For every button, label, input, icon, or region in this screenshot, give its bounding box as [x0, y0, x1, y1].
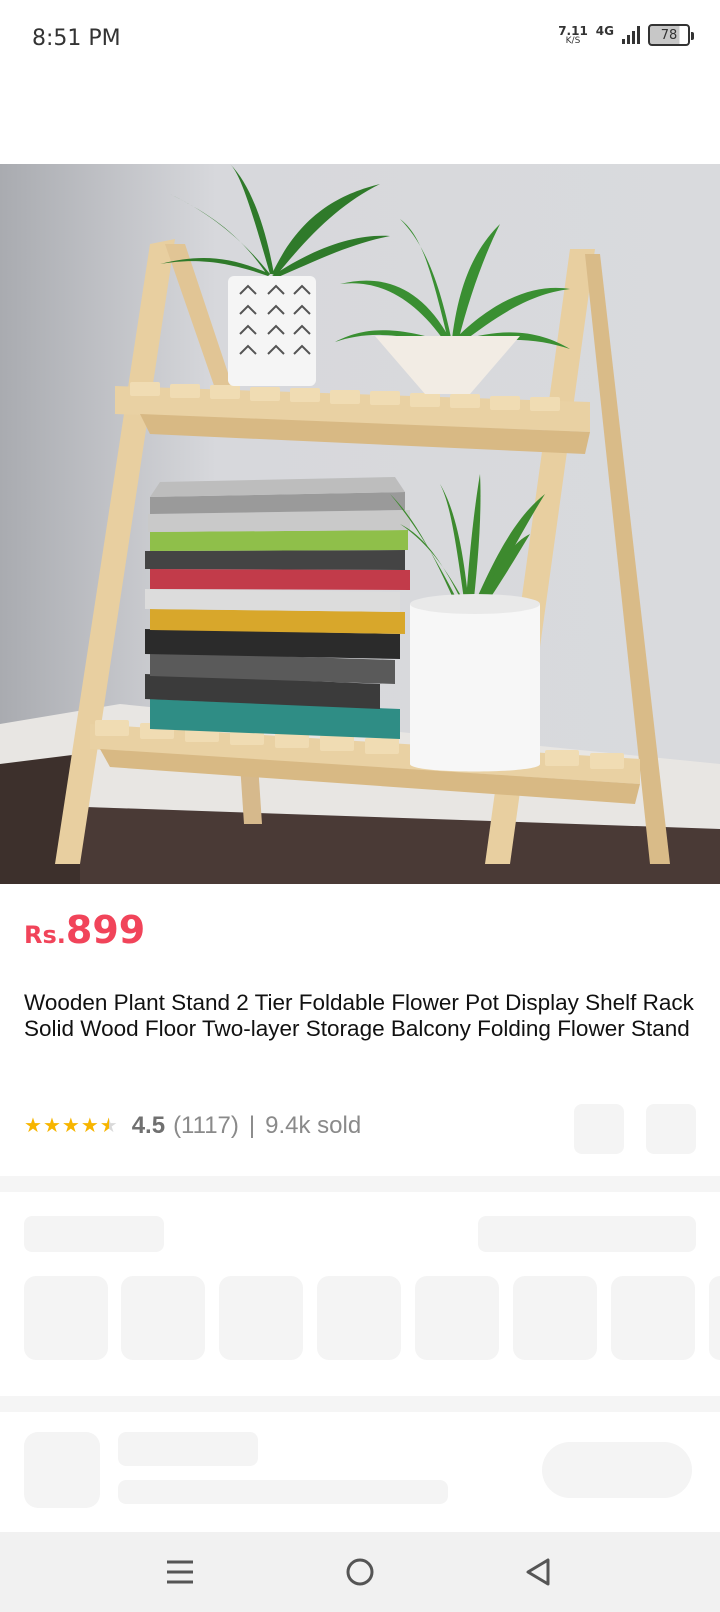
price-currency: Rs.: [24, 921, 66, 949]
network-speed-value: 7.11: [558, 23, 588, 38]
menu-icon[interactable]: [160, 1552, 200, 1592]
sold-count: 9.4k sold: [265, 1112, 362, 1139]
network-type: 4G: [595, 24, 614, 38]
status-bar: 8:51 PM 7.11 K/S 4G 78: [0, 0, 720, 80]
rating-stars: ★ ★ ★ ★ ★: [24, 1116, 118, 1136]
network-speed-unit: K/S: [565, 35, 581, 46]
skeleton-thumb: [709, 1276, 720, 1360]
skeleton-thumb: [121, 1276, 205, 1360]
rating-count: (1117): [173, 1112, 239, 1139]
skeleton-label: [24, 1216, 164, 1252]
skeleton-thumb: [415, 1276, 499, 1360]
skeleton-line: [118, 1432, 258, 1466]
skeleton-thumb: [317, 1276, 401, 1360]
rating-row: ★ ★ ★ ★ ★ 4.5 (1117) | 9.4k sold: [24, 1112, 361, 1140]
skeleton-label: [478, 1216, 696, 1252]
section-divider: [0, 1176, 720, 1192]
half-star-icon: ★: [99, 1115, 118, 1137]
rating-value: 4.5: [131, 1112, 166, 1139]
skeleton-button: [542, 1442, 692, 1498]
skeleton-avatar: [24, 1432, 100, 1508]
skeleton-line: [118, 1480, 448, 1504]
star-icon: ★: [61, 1115, 80, 1137]
status-icons: 7.11 K/S 4G 78: [558, 24, 694, 46]
skeleton-thumb: [611, 1276, 695, 1360]
home-circle-icon[interactable]: [340, 1552, 380, 1592]
star-icon: ★: [80, 1115, 99, 1137]
network-speed: 7.11 K/S: [558, 25, 588, 46]
share-button[interactable]: [574, 1104, 624, 1154]
star-icon: ★: [42, 1115, 61, 1137]
battery-icon: 78: [648, 24, 694, 46]
status-time: 8:51 PM: [32, 26, 121, 51]
product-title: Wooden Plant Stand 2 Tier Foldable Flowe…: [24, 990, 694, 1041]
system-nav-bar: [0, 1532, 720, 1612]
product-photo: [0, 164, 720, 884]
rating-separator: |: [248, 1112, 256, 1139]
star-icon: ★: [24, 1115, 42, 1137]
product-price: Rs. 899: [24, 908, 145, 952]
back-triangle-icon[interactable]: [518, 1552, 558, 1592]
battery-level: 78: [660, 27, 678, 43]
skeleton-thumb: [24, 1276, 108, 1360]
wishlist-button[interactable]: [646, 1104, 696, 1154]
section-divider: [0, 1396, 720, 1412]
skeleton-thumb: [219, 1276, 303, 1360]
skeleton-thumb: [513, 1276, 597, 1360]
signal-icon: [622, 26, 640, 44]
price-amount: 899: [65, 908, 146, 952]
product-image[interactable]: [0, 164, 720, 884]
